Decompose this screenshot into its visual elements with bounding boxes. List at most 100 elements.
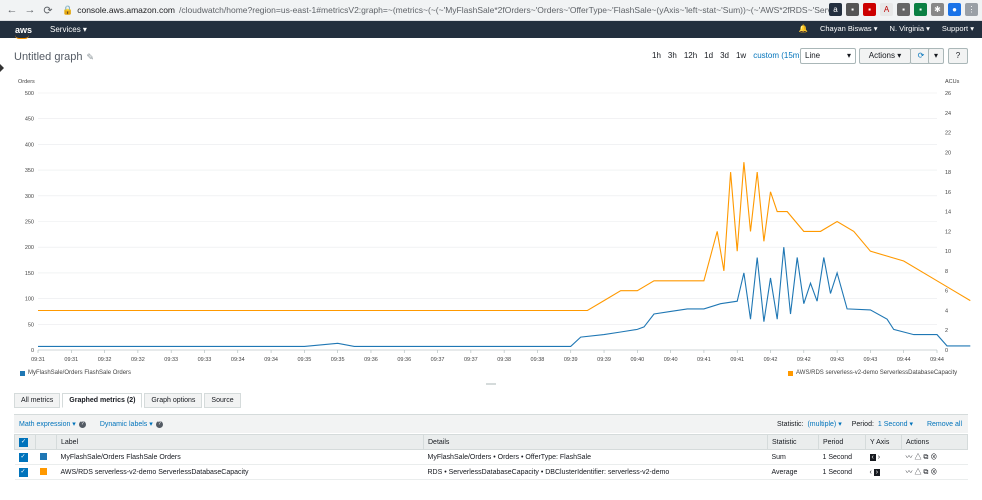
row-period[interactable]: 1 Second: [818, 449, 866, 465]
puzzle-icon[interactable]: ✱: [931, 3, 944, 16]
y-right-tick-label: 6: [945, 289, 948, 295]
y-left-tick-label: 50: [28, 322, 34, 328]
graph-title[interactable]: Untitled graph ✎: [14, 51, 94, 63]
tab-graph-options[interactable]: Graph options: [144, 393, 203, 408]
user-menu[interactable]: Chayan Biswas ▾: [820, 24, 878, 33]
time-range-1w[interactable]: 1w: [736, 51, 746, 60]
help-icon[interactable]: ?: [155, 420, 163, 428]
extension-icon[interactable]: ▪: [914, 3, 927, 16]
row-color[interactable]: [35, 449, 57, 465]
details-column-header[interactable]: Details: [423, 434, 768, 450]
address-bar[interactable]: 🔒 console.aws.amazon.com/cloudwatch/home…: [62, 5, 842, 16]
tab-source[interactable]: Source: [204, 393, 241, 408]
extension-icon[interactable]: ▪: [863, 3, 876, 16]
side-toggle-icon[interactable]: [0, 64, 4, 72]
refresh-options-button[interactable]: ▾: [928, 48, 944, 64]
row-statistic[interactable]: Average: [767, 464, 819, 480]
graph-icon[interactable]: 〰: [906, 454, 913, 461]
tab-graphed-metrics[interactable]: Graphed metrics (2): [62, 393, 143, 408]
services-menu[interactable]: Services ▾: [50, 25, 87, 34]
row-color[interactable]: [35, 464, 57, 480]
axis-right-icon: ›: [873, 468, 881, 476]
copy-icon[interactable]: ⧉: [923, 469, 928, 476]
row-label[interactable]: AWS/RDS serverless-v2-demo ServerlessDat…: [56, 464, 424, 480]
help-icon[interactable]: ?: [78, 420, 86, 428]
copy-icon[interactable]: ⧉: [923, 454, 928, 461]
dynamic-labels-menu[interactable]: Dynamic labels ▾: [100, 420, 153, 428]
bell-icon[interactable]: △: [914, 454, 921, 461]
remove-all-button[interactable]: Remove all: [927, 421, 962, 428]
time-range-3d[interactable]: 3d: [720, 51, 729, 60]
profile-icon[interactable]: ●: [948, 3, 961, 16]
y-right-tick-label: 20: [945, 150, 951, 156]
chart-type-select[interactable]: Line ▾: [800, 48, 856, 64]
period-column-header[interactable]: Period: [818, 434, 866, 450]
reload-icon[interactable]: ⟳: [42, 4, 54, 17]
legend-label: AWS/RDS serverless-v2-demo ServerlessDat…: [796, 370, 958, 376]
y-right-tick-label: 10: [945, 249, 951, 255]
y-right-tick-label: 18: [945, 170, 951, 176]
select-all-checkbox[interactable]: ✓: [14, 434, 36, 450]
time-range-3h[interactable]: 3h: [668, 51, 677, 60]
legend-item-rds[interactable]: AWS/RDS serverless-v2-demo ServerlessDat…: [788, 370, 957, 376]
bell-icon[interactable]: 🔔: [799, 24, 808, 33]
extension-icon[interactable]: ▪: [846, 3, 859, 16]
extension-icon[interactable]: ▪: [897, 3, 910, 16]
color-swatch: [39, 452, 47, 460]
actions-button[interactable]: Actions ▾: [859, 48, 911, 64]
support-label: Support: [941, 24, 969, 33]
x-tick-label: 09:38: [497, 357, 511, 363]
yaxis-column-header[interactable]: Y Axis: [865, 434, 902, 450]
label-column-header[interactable]: Label: [56, 434, 424, 450]
y-left-tick-label: 300: [25, 194, 34, 200]
support-menu[interactable]: Support ▾: [942, 24, 974, 33]
close-icon[interactable]: ⊗: [930, 454, 937, 461]
math-expression-menu[interactable]: Math expression ▾: [19, 420, 76, 428]
statistic-column-header[interactable]: Statistic: [767, 434, 819, 450]
forward-icon[interactable]: →: [24, 4, 36, 16]
legend-item-orders[interactable]: MyFlashSale/Orders FlashSale Orders: [20, 370, 131, 376]
resize-handle: [486, 383, 496, 385]
y-right-tick-label: 8: [945, 269, 948, 275]
region-name: N. Virginia: [889, 24, 924, 33]
statistic-select[interactable]: (multiple) ▾: [807, 420, 841, 428]
x-tick-label: 09:34: [264, 357, 278, 363]
extension-icons: a ▪ ▪ A ▪ ▪ ✱ ● ⋮: [829, 3, 978, 16]
bell-icon[interactable]: △: [914, 469, 921, 476]
aws-top-nav: aws Services ▾ 🔔 Chayan Biswas ▾ N. Virg…: [0, 21, 982, 39]
row-details: MyFlashSale/Orders • Orders • OfferType:…: [423, 449, 768, 465]
row-period[interactable]: 1 Second: [818, 464, 866, 480]
close-icon[interactable]: ⊗: [930, 469, 937, 476]
row-yaxis[interactable]: ‹ ›: [865, 449, 902, 465]
back-icon[interactable]: ←: [6, 4, 18, 16]
help-button[interactable]: ?: [948, 48, 968, 64]
period-select[interactable]: 1 Second ▾: [878, 420, 913, 428]
time-range-1d[interactable]: 1d: [704, 51, 713, 60]
y-left-tick-label: 0: [31, 348, 34, 354]
time-range-1h[interactable]: 1h: [652, 51, 661, 60]
series-line-orders: [38, 247, 971, 347]
row-checkbox[interactable]: ✓: [14, 449, 36, 465]
pencil-icon[interactable]: ✎: [87, 52, 95, 62]
user-name: Chayan Biswas: [819, 24, 872, 33]
aws-logo[interactable]: aws: [15, 25, 32, 39]
row-label[interactable]: MyFlashSale/Orders FlashSale Orders: [56, 449, 424, 465]
menu-dots-icon[interactable]: ⋮: [965, 3, 978, 16]
row-statistic[interactable]: Sum: [767, 449, 819, 465]
graph-icon[interactable]: 〰: [906, 469, 913, 476]
region-menu[interactable]: N. Virginia ▾: [890, 24, 930, 33]
pdf-icon[interactable]: A: [880, 3, 893, 16]
row-yaxis[interactable]: ‹ ›: [865, 464, 902, 480]
tab-all-metrics[interactable]: All metrics: [14, 393, 61, 408]
time-range-12h[interactable]: 12h: [684, 51, 697, 60]
period-value: 1 Second: [877, 421, 908, 428]
x-tick-label: 09:36: [397, 357, 411, 363]
metrics-chart[interactable]: 0 50 100 150 200 250 300 350 400 450 500 0 2 4 6 8 10 12 1…: [0, 75, 982, 388]
statistic-label: Statistic:: [777, 420, 804, 428]
color-column-header: [35, 434, 57, 450]
row-checkbox[interactable]: ✓: [14, 464, 36, 480]
aws-extension-icon[interactable]: a: [829, 3, 842, 16]
row-details: RDS • ServerlessDatabaseCapacity • DBClu…: [423, 464, 768, 480]
period-label: Period:: [851, 420, 874, 428]
y-right-tick-label: 16: [945, 190, 951, 196]
